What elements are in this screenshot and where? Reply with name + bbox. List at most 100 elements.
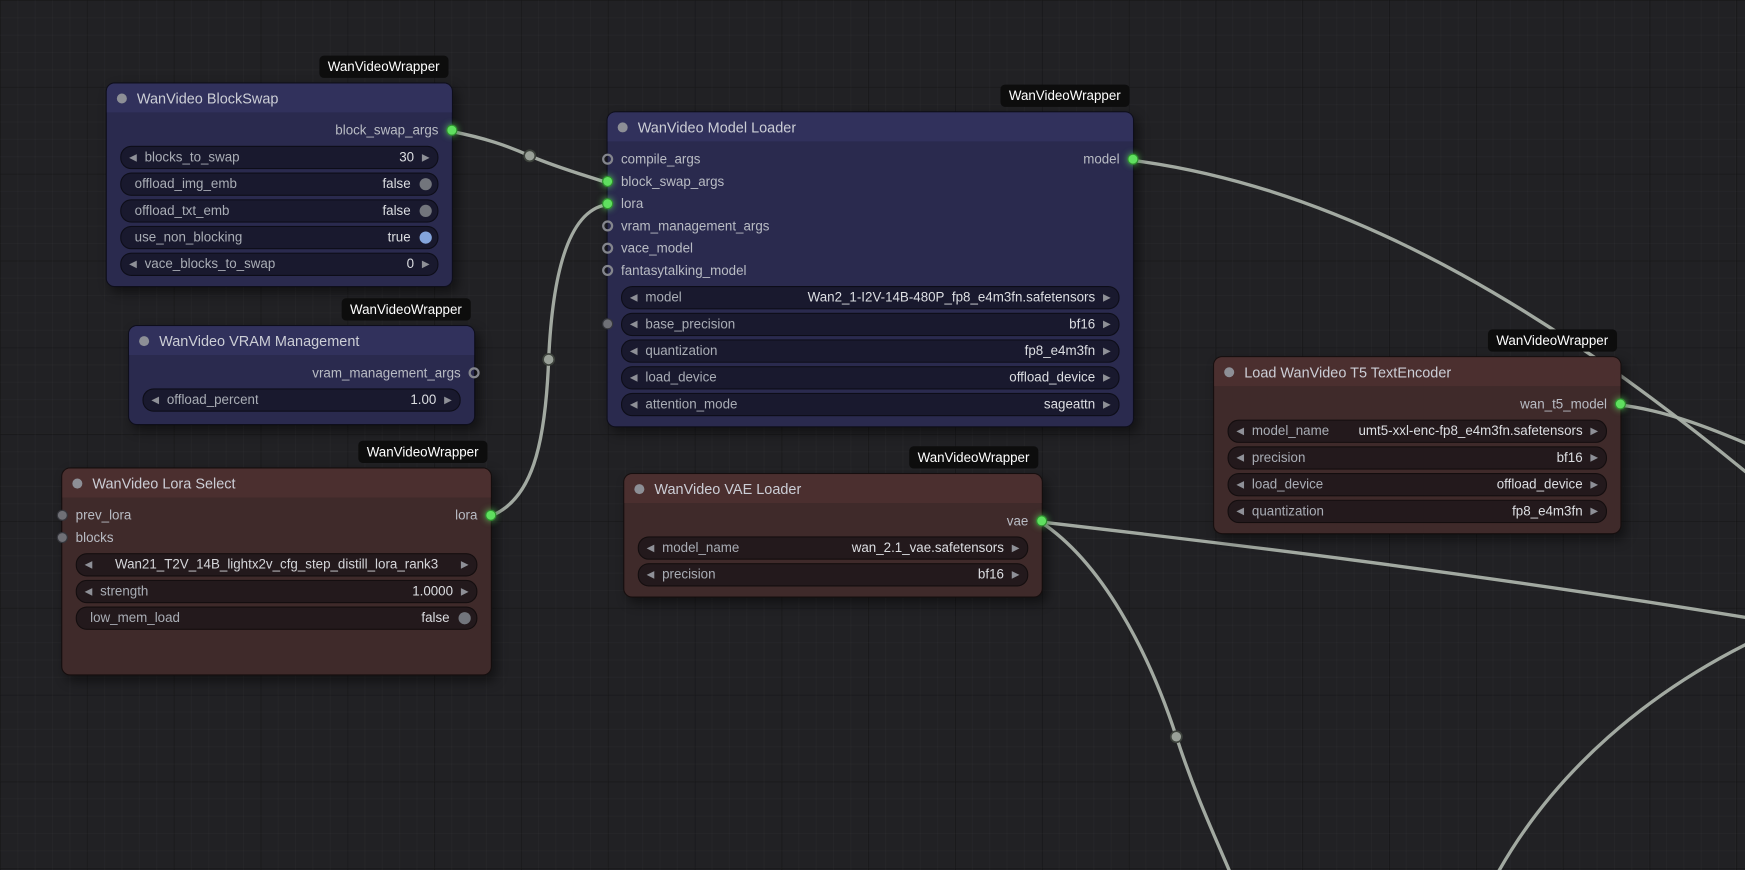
node-lora-select[interactable]: WanVideoWrapper WanVideo Lora Select prev_…: [56, 440, 497, 676]
output-label: vram_management_args: [312, 365, 461, 381]
increment-arrow-icon[interactable]: ▶: [1095, 287, 1118, 308]
node-blockswap[interactable]: WanVideoWrapper WanVideo BlockSwap block_s…: [105, 55, 458, 288]
decrement-arrow-icon[interactable]: ◀: [1229, 420, 1252, 441]
widget-model_name[interactable]: ◀ model_name umt5-xxl-enc-fp8_e4m3fn.safet…: [1227, 419, 1608, 443]
vace_model-input-port[interactable]: [602, 242, 614, 254]
reroute-dot[interactable]: [1169, 730, 1183, 744]
reroute-dot[interactable]: [542, 353, 556, 366]
widget-quantization[interactable]: ◀ quantization fp8_e4m3fn ▶: [1227, 499, 1608, 523]
toggle-knob[interactable]: [419, 177, 432, 190]
widget-precision[interactable]: ◀ precision bf16 ▶: [637, 562, 1029, 586]
widget-use_non_blocking[interactable]: use_non_blocking true: [120, 225, 439, 249]
decrement-arrow-icon[interactable]: ◀: [622, 393, 645, 414]
increment-arrow-icon[interactable]: ▶: [1095, 367, 1118, 388]
collapse-dot-icon[interactable]: [116, 92, 127, 103]
decrement-arrow-icon[interactable]: ◀: [622, 340, 645, 361]
collapse-dot-icon[interactable]: [1224, 366, 1235, 377]
widget-offload_percent[interactable]: ◀ offload_percent 1.00 ▶: [142, 387, 461, 412]
graph-canvas[interactable]: WanVideoWrapper WanVideo BlockSwap block_s…: [0, 0, 1745, 870]
node-vram-management[interactable]: WanVideoWrapper WanVideo VRAM Management v…: [127, 298, 480, 426]
collapse-dot-icon[interactable]: [634, 483, 645, 494]
increment-arrow-icon[interactable]: ▶: [414, 146, 437, 167]
widget-offload_txt_emb[interactable]: offload_txt_emb false: [120, 198, 439, 223]
widget-attention_mode[interactable]: ◀ attention_mode sageattn ▶: [620, 392, 1120, 416]
widget-label: strength: [100, 583, 149, 599]
widget-model_name[interactable]: ◀ model_name wan_2.1_vae.safetensors ▶: [637, 535, 1029, 560]
widget-model[interactable]: ◀ model Wan2_1-I2V-14B-480P_fp8_e4m3fn.saf…: [620, 285, 1120, 309]
reroute-dot[interactable]: [523, 149, 537, 163]
widget-blocks_to_swap[interactable]: ◀ blocks_to_swap 30 ▶: [120, 145, 439, 169]
widget-precision[interactable]: ◀ precision bf16 ▶: [1227, 445, 1608, 470]
widget-load_device[interactable]: ◀ load_device offload_device ▶: [620, 365, 1120, 389]
toggle-knob[interactable]: [419, 230, 432, 244]
widget-Wan21_T2V_14B_lightx2v_cfg_step_distill_lora_rank3[interactable]: ◀ Wan21_T2V_14B_lightx2v_cfg_step_distill…: [75, 552, 478, 576]
increment-arrow-icon[interactable]: ▶: [1095, 340, 1118, 361]
widget-low_mem_load[interactable]: low_mem_load false: [75, 605, 478, 630]
decrement-arrow-icon[interactable]: ◀: [77, 580, 100, 601]
blocks-input-port[interactable]: [56, 531, 68, 544]
widget-value: true: [387, 229, 411, 245]
widget-label: blocks_to_swap: [144, 149, 240, 165]
collapse-dot-icon[interactable]: [617, 121, 628, 132]
lora-output-port[interactable]: [485, 509, 497, 521]
lora-input-port[interactable]: [602, 198, 614, 210]
wan_t5_model-output-port[interactable]: [1614, 398, 1626, 410]
node-title: WanVideo Lora Select: [92, 474, 236, 492]
fantasytalking_model-input-port[interactable]: [602, 264, 614, 276]
node-widgets: ◀ model_name umt5-xxl-enc-fp8_e4m3fn.safet…: [1214, 417, 1620, 524]
vram_management_args-input-port[interactable]: [602, 220, 614, 232]
widget-quantization[interactable]: ◀ quantization fp8_e4m3fn ▶: [620, 338, 1120, 363]
widget-row: ◀ Wan21_T2V_14B_lightx2v_cfg_step_distill…: [75, 551, 478, 578]
widget-strength[interactable]: ◀ strength 1.0000 ▶: [75, 579, 478, 603]
vae-output-port[interactable]: [1036, 515, 1048, 527]
widget-value: bf16: [1556, 449, 1583, 466]
prev-option-arrow-icon[interactable]: ◀: [77, 554, 100, 575]
increment-arrow-icon[interactable]: ▶: [1004, 537, 1027, 558]
decrement-arrow-icon[interactable]: ◀: [1229, 474, 1252, 495]
widget-load_device[interactable]: ◀ load_device offload_device ▶: [1227, 472, 1608, 496]
node-type-badge: WanVideoWrapper: [1487, 329, 1618, 352]
increment-arrow-icon[interactable]: ▶: [1583, 447, 1606, 468]
increment-arrow-icon[interactable]: ▶: [453, 580, 476, 601]
decrement-arrow-icon[interactable]: ◀: [622, 287, 645, 308]
increment-arrow-icon[interactable]: ▶: [1583, 420, 1606, 441]
next-option-arrow-icon[interactable]: ▶: [453, 554, 476, 575]
increment-arrow-icon[interactable]: ▶: [414, 253, 437, 274]
base_precision-input-port[interactable]: [602, 318, 614, 330]
decrement-arrow-icon[interactable]: ◀: [121, 146, 144, 167]
increment-arrow-icon[interactable]: ▶: [1583, 474, 1606, 495]
collapse-dot-icon[interactable]: [72, 477, 83, 489]
toggle-knob[interactable]: [419, 204, 432, 217]
decrement-arrow-icon[interactable]: ◀: [622, 313, 645, 334]
block_swap_args-output-port[interactable]: [446, 124, 458, 136]
toggle-knob[interactable]: [458, 611, 471, 624]
increment-arrow-icon[interactable]: ▶: [1095, 393, 1118, 414]
decrement-arrow-icon[interactable]: ◀: [1229, 500, 1252, 521]
widget-vace_blocks_to_swap[interactable]: ◀ vace_blocks_to_swap 0 ▶: [120, 252, 439, 276]
collapse-dot-icon[interactable]: [139, 335, 150, 346]
widget-row: ◀ quantization fp8_e4m3fn ▶: [620, 337, 1120, 364]
decrement-arrow-icon[interactable]: ◀: [639, 564, 662, 585]
decrement-arrow-icon[interactable]: ◀: [1229, 447, 1252, 468]
decrement-arrow-icon[interactable]: ◀: [144, 389, 167, 410]
decrement-arrow-icon[interactable]: ◀: [639, 537, 662, 558]
wire-t5-out-right: [1617, 403, 1745, 445]
decrement-arrow-icon[interactable]: ◀: [622, 367, 645, 388]
increment-arrow-icon[interactable]: ▶: [1583, 500, 1606, 521]
block_swap_args-input-port[interactable]: [602, 175, 614, 187]
widget-base_precision[interactable]: ◀ base_precision bf16 ▶: [620, 312, 1120, 336]
node-ports: wan_t5_model: [1214, 386, 1626, 417]
widget-row: ◀ attention_mode sageattn ▶: [620, 391, 1120, 418]
model-output-port[interactable]: [1127, 153, 1139, 165]
decrement-arrow-icon[interactable]: ◀: [121, 253, 144, 274]
vram_management_args-output-port[interactable]: [468, 367, 480, 379]
increment-arrow-icon[interactable]: ▶: [1095, 313, 1118, 334]
node-vae-loader[interactable]: WanVideoWrapper WanVideo VAE Loader vae ◀ mo…: [623, 446, 1048, 598]
prev_lora-input-port[interactable]: [56, 509, 68, 521]
increment-arrow-icon[interactable]: ▶: [1004, 564, 1027, 585]
node-t5-text-encoder[interactable]: WanVideoWrapper Load WanVideo T5 TextEnco…: [1213, 329, 1626, 535]
widget-offload_img_emb[interactable]: offload_img_emb false: [120, 171, 439, 196]
compile_args-input-port[interactable]: [602, 153, 614, 165]
increment-arrow-icon[interactable]: ▶: [436, 389, 459, 410]
node-model-loader[interactable]: WanVideoWrapper WanVideo Model Loader comp…: [602, 84, 1139, 428]
